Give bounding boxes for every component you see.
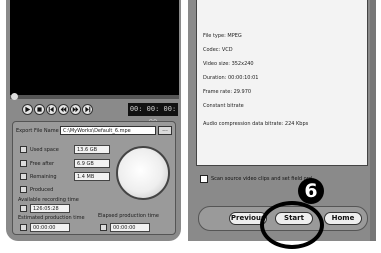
available-recording-time-value: 126:05:28 <box>30 204 70 213</box>
remaining-icon <box>20 173 27 180</box>
export-file-name-input[interactable]: C:\MyWorks\Default_6.mpe <box>60 126 156 135</box>
disk-space-gauge <box>116 146 170 200</box>
scan-source-checkbox[interactable] <box>200 175 208 183</box>
next-frame-icon <box>85 106 91 113</box>
elapsed-production-time-value: 00:00:00 <box>110 223 150 232</box>
info-file-type: File type: MPEG <box>203 33 242 39</box>
free-after-icon <box>20 160 27 167</box>
available-recording-time-icon <box>20 205 27 212</box>
play-button[interactable] <box>22 104 33 115</box>
info-duration: Duration: 00:00:10:01 <box>203 75 259 81</box>
produced-icon <box>20 186 27 193</box>
elapsed-production-time-icon <box>100 224 107 231</box>
browse-button[interactable]: ... <box>158 126 172 135</box>
used-space-label: Used space <box>30 147 59 153</box>
available-recording-time-label: Available recording time <box>18 197 79 203</box>
playhead-track[interactable] <box>10 95 179 99</box>
fast-forward-button[interactable] <box>70 104 81 115</box>
timecode-display: 00: 00: 00: 00 <box>128 103 178 126</box>
estimated-production-time-icon <box>20 224 27 231</box>
free-after-value: 6.9 GB <box>74 159 110 168</box>
previous-frame-button[interactable] <box>46 104 57 115</box>
remaining-value: 1.4 MB <box>74 172 110 181</box>
home-button[interactable]: Home <box>324 212 362 225</box>
info-bitrate-mode: Constant bitrate <box>203 103 244 109</box>
highlight-circle <box>260 201 324 249</box>
step-number-badge: 6 <box>298 178 324 204</box>
file-info-box <box>196 0 368 166</box>
info-codec: Codec: VCD <box>203 47 233 53</box>
video-preview <box>10 0 179 95</box>
info-video-size: Video size: 352x240 <box>203 61 254 67</box>
rewind-icon <box>60 106 67 113</box>
remaining-label: Remaining <box>30 174 57 180</box>
scrollbar[interactable] <box>370 0 376 241</box>
export-file-name-label: Export File Name <box>16 128 59 134</box>
fast-forward-icon <box>72 106 79 113</box>
produced-label: Produced <box>30 187 54 193</box>
estimated-production-time-label: Estimated production time <box>18 215 85 221</box>
free-after-label: Free after <box>30 161 55 167</box>
estimated-production-time-value: 00:00:00 <box>30 223 70 232</box>
previous-frame-icon <box>48 106 54 113</box>
play-icon <box>25 106 31 113</box>
info-audio-bitrate: Audio compression data bitrate: 224 Kbps <box>203 121 309 127</box>
scan-source-label: Scan source video clips and set field or… <box>211 176 317 182</box>
playhead-handle[interactable] <box>11 93 18 100</box>
elapsed-production-time-label: Elapsed production time <box>98 213 159 219</box>
stop-button[interactable] <box>34 104 45 115</box>
next-frame-button[interactable] <box>82 104 93 115</box>
used-space-icon <box>20 146 27 153</box>
stop-icon <box>37 107 42 112</box>
info-frame-rate: Frame rate: 29.970 <box>203 89 252 95</box>
used-space-value: 13.6 GB <box>74 145 110 154</box>
rewind-button[interactable] <box>58 104 69 115</box>
